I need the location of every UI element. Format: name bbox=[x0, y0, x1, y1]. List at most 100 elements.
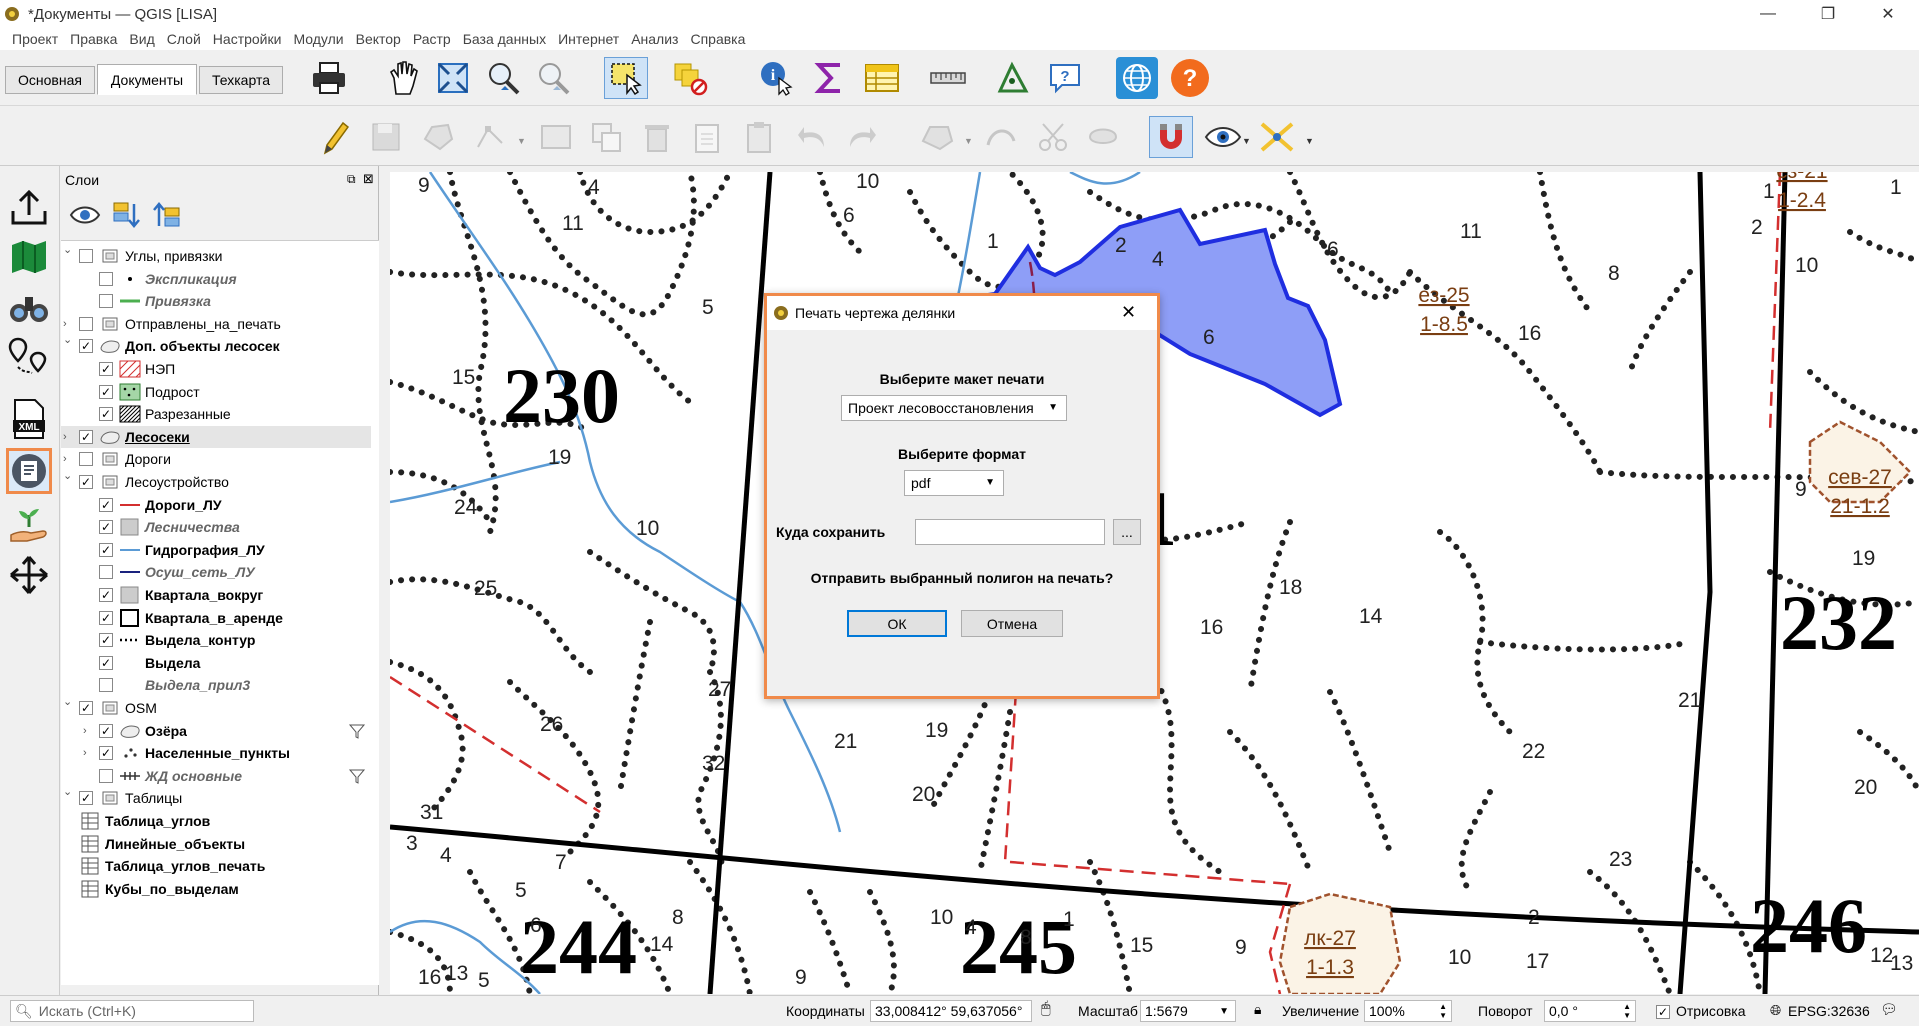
expand-arrow-icon[interactable]: › bbox=[63, 318, 67, 330]
menu-settings[interactable]: Настройки bbox=[213, 31, 282, 47]
menu-edit[interactable]: Правка bbox=[70, 31, 117, 47]
move-button[interactable] bbox=[6, 552, 52, 598]
reforestation-button[interactable] bbox=[6, 502, 52, 548]
search-objects-button[interactable] bbox=[6, 284, 52, 330]
expand-arrow-icon[interactable]: › bbox=[83, 725, 87, 737]
pan-button[interactable] bbox=[384, 59, 422, 97]
layer-row[interactable]: › ✓ Лесосеки bbox=[61, 425, 371, 448]
save-edits-button[interactable] bbox=[367, 118, 405, 156]
deselect-button[interactable] bbox=[672, 59, 710, 97]
crs-label[interactable]: EPSG:32636 bbox=[1788, 1003, 1870, 1019]
lock-scale-icon[interactable]: 🔒︎ bbox=[1254, 1001, 1261, 1018]
ok-button[interactable]: ОК bbox=[847, 610, 947, 637]
layer-visibility-checkbox[interactable]: ✓ bbox=[99, 633, 113, 648]
crs-globe-icon[interactable]: 🌐︎ bbox=[1770, 1002, 1781, 1019]
layer-row[interactable]: ⌄ ✓ Таблицы bbox=[61, 785, 371, 809]
menu-view[interactable]: Вид bbox=[129, 31, 154, 47]
layer-visibility-checkbox[interactable]: ✓ bbox=[99, 384, 113, 399]
modify-attributes-button[interactable] bbox=[537, 118, 575, 156]
manage-visibility-button[interactable] bbox=[69, 202, 101, 231]
attribute-table-button[interactable] bbox=[863, 59, 901, 97]
format-select[interactable]: pdf ▼ bbox=[904, 470, 1004, 496]
layer-visibility-checkbox[interactable] bbox=[99, 768, 113, 783]
layer-row[interactable]: Линейные_объекты bbox=[61, 833, 371, 855]
layer-row[interactable]: ✓ Выдела bbox=[61, 652, 371, 674]
xml-button[interactable]: XML bbox=[6, 396, 52, 442]
layer-visibility-checkbox[interactable]: ✓ bbox=[79, 339, 93, 354]
collapse-arrow-icon[interactable]: ⌄ bbox=[63, 469, 72, 482]
spatial-tool-button[interactable] bbox=[994, 59, 1032, 97]
layer-row[interactable]: ЖД основные bbox=[61, 765, 371, 787]
layer-visibility-checkbox[interactable]: ✓ bbox=[99, 655, 113, 670]
layer-visibility-checkbox[interactable] bbox=[99, 271, 113, 286]
dialog-close-icon[interactable]: ✕ bbox=[1121, 302, 1136, 323]
measure-button[interactable] bbox=[929, 59, 967, 97]
layer-row[interactable]: › ✓ Населенные_пункты bbox=[61, 742, 371, 764]
select-features-button[interactable] bbox=[604, 57, 648, 99]
visibility-dropdown-icon[interactable]: ▼ bbox=[1242, 136, 1251, 146]
merge-features-button[interactable] bbox=[1084, 118, 1122, 156]
paste-features-button[interactable] bbox=[740, 118, 778, 156]
render-checkbox[interactable]: ✓ bbox=[1656, 1005, 1670, 1019]
web-button[interactable] bbox=[1116, 57, 1158, 99]
layer-visibility-checkbox[interactable]: ✓ bbox=[99, 610, 113, 625]
toggle-editing-button[interactable] bbox=[315, 118, 353, 156]
collapse-arrow-icon[interactable]: ⌄ bbox=[63, 695, 72, 708]
upload-button[interactable] bbox=[6, 184, 52, 230]
visibility-button[interactable] bbox=[1204, 118, 1242, 156]
expand-arrow-icon[interactable]: › bbox=[83, 747, 87, 759]
layer-visibility-checkbox[interactable]: ✓ bbox=[79, 791, 93, 806]
layer-visibility-checkbox[interactable]: ✓ bbox=[99, 588, 113, 602]
magnifier-spinbox[interactable]: 100% ▲ ▼ bbox=[1364, 1000, 1452, 1022]
layer-row[interactable]: Выдела_прил3 bbox=[61, 674, 371, 696]
expand-all-button[interactable] bbox=[153, 200, 183, 233]
identify-button[interactable]: i bbox=[758, 59, 796, 97]
layer-visibility-checkbox[interactable] bbox=[99, 565, 113, 580]
layer-visibility-checkbox[interactable]: ✓ bbox=[99, 497, 113, 512]
zoom-next-button[interactable] bbox=[534, 59, 572, 97]
layer-visibility-checkbox[interactable]: ✓ bbox=[79, 475, 93, 489]
layer-visibility-checkbox[interactable] bbox=[99, 294, 113, 309]
layer-row[interactable]: Таблица_углов bbox=[61, 810, 371, 832]
tab-documents[interactable]: Документы bbox=[97, 64, 197, 95]
messages-icon[interactable]: 💬︎ bbox=[1880, 1001, 1898, 1018]
layer-visibility-checkbox[interactable] bbox=[79, 452, 93, 467]
add-polygon-button[interactable] bbox=[420, 118, 458, 156]
zoom-full-button[interactable] bbox=[434, 59, 472, 97]
layer-visibility-checkbox[interactable]: ✓ bbox=[79, 429, 93, 444]
collapse-arrow-icon[interactable]: ⌄ bbox=[63, 785, 72, 798]
print-cut-button[interactable] bbox=[6, 448, 52, 494]
close-panel-icon[interactable]: ⊠ bbox=[363, 171, 374, 187]
reshape-button[interactable] bbox=[920, 118, 958, 156]
help-button[interactable]: ? bbox=[1169, 57, 1211, 99]
map-button[interactable] bbox=[6, 234, 52, 280]
layer-row[interactable]: ✓ НЭП bbox=[61, 358, 371, 380]
tab-main[interactable]: Основная bbox=[5, 66, 95, 94]
layer-visibility-checkbox[interactable] bbox=[79, 316, 93, 331]
layer-row[interactable]: Экспликация bbox=[61, 268, 371, 290]
menu-analysis[interactable]: Анализ bbox=[631, 31, 678, 47]
print-button[interactable] bbox=[310, 59, 348, 97]
layer-visibility-checkbox[interactable] bbox=[99, 678, 113, 693]
layer-row[interactable]: ✓ Выдела_контур bbox=[61, 629, 371, 651]
menu-help[interactable]: Справка bbox=[690, 31, 745, 47]
save-path-input[interactable] bbox=[915, 519, 1105, 545]
layer-row[interactable]: ⌄ ✓ Лесоустройство bbox=[61, 469, 371, 493]
layer-visibility-checkbox[interactable]: ✓ bbox=[99, 723, 113, 738]
tab-techmap[interactable]: Техкарта bbox=[199, 66, 283, 94]
menu-layer[interactable]: Слой bbox=[167, 31, 201, 47]
menu-project[interactable]: Проект bbox=[12, 31, 58, 47]
layer-row[interactable]: › Отправлены_на_печать bbox=[61, 313, 371, 335]
locator-search-input[interactable]: 🔍︎ Искать (Ctrl+K) bbox=[10, 1000, 254, 1022]
help-what-button[interactable]: ? bbox=[1046, 59, 1084, 97]
cancel-button[interactable]: Отмена bbox=[961, 610, 1063, 637]
menu-web[interactable]: Интернет bbox=[558, 31, 619, 47]
redo-button[interactable] bbox=[843, 118, 881, 156]
layer-row[interactable]: ✓ Лесничества bbox=[61, 516, 371, 538]
close-button[interactable]: ✕ bbox=[1865, 0, 1911, 28]
layer-row[interactable]: › ✓ Озёра bbox=[61, 720, 371, 742]
cut-features-button[interactable] bbox=[688, 118, 726, 156]
minimize-button[interactable]: — bbox=[1745, 0, 1791, 28]
layer-visibility-checkbox[interactable] bbox=[79, 249, 93, 263]
zoom-last-button[interactable] bbox=[484, 59, 522, 97]
